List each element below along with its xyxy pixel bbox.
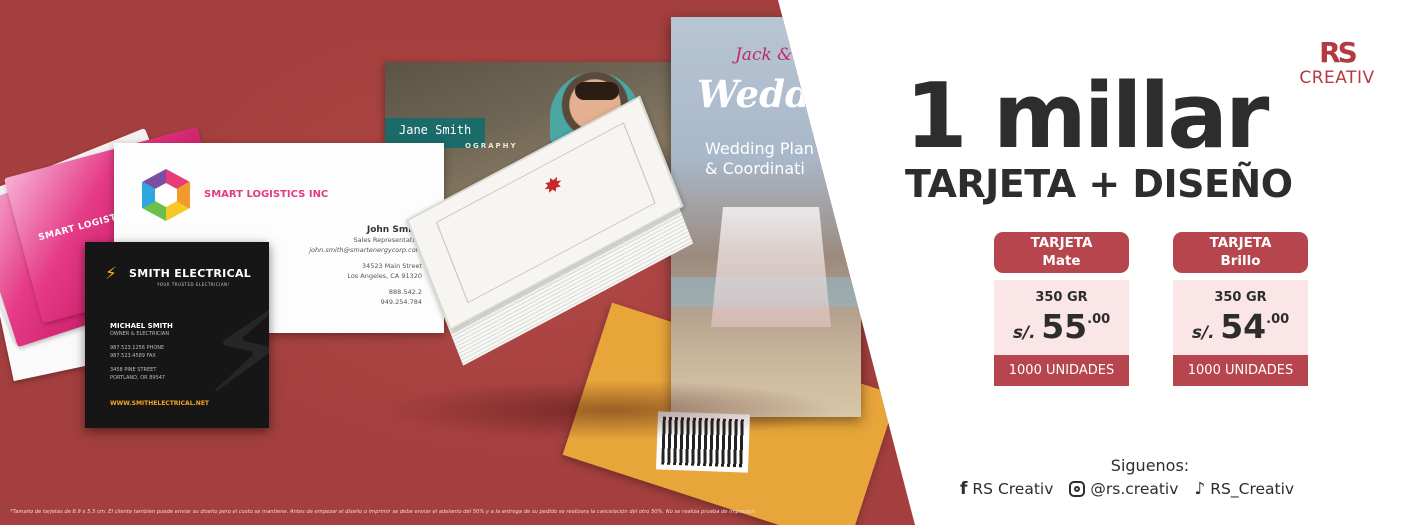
electric-role: OWNER & ELECTRICIAN bbox=[110, 331, 170, 337]
floor-shadow bbox=[380, 380, 840, 440]
product-card-mate: TARJETA Mate 350 GR s/. 55.00 1000 UNIDA… bbox=[994, 232, 1129, 386]
price-currency: s/. bbox=[1012, 323, 1036, 343]
electric-website: WWW.SMITHELECTRICAL.NET bbox=[110, 400, 210, 407]
paper-weight: 350 GR bbox=[1035, 290, 1088, 305]
units-label: 1000 UNIDADES bbox=[994, 355, 1129, 386]
wedding-title: Wedd bbox=[697, 72, 811, 116]
electric-address-2: PORTLAND, OR 89547 bbox=[110, 375, 166, 381]
facebook-link[interactable]: f RS Creativ bbox=[960, 479, 1053, 499]
disclaimer-text: *Tamaño de tarjetas de 8.9 x 5.5 cm. El … bbox=[10, 509, 757, 515]
electric-address-1: 3458 PINE STREET bbox=[110, 367, 157, 373]
headline-main: 1 millar bbox=[905, 64, 1269, 169]
electric-title: SMITH ELECTRICAL bbox=[129, 267, 252, 280]
lightning-watermark-icon: ⚡ bbox=[205, 282, 269, 421]
product-title-line1: TARJETA bbox=[1030, 235, 1093, 251]
price: s/. 54.00 bbox=[1173, 307, 1308, 346]
product-title-line1: TARJETA bbox=[1209, 235, 1272, 251]
product-card-brillo: TARJETA Brillo 350 GR s/. 54.00 1000 UNI… bbox=[1173, 232, 1308, 386]
brand-name: CREATIV bbox=[1299, 68, 1375, 88]
hexagon-logo-icon bbox=[142, 169, 190, 221]
smart-company-name: SMART LOGISTICS INC bbox=[204, 189, 329, 200]
wedding-line-2: & Coordinati bbox=[705, 159, 805, 178]
instagram-link[interactable]: @rs.creativ bbox=[1069, 480, 1178, 498]
tiktok-handle: RS_Creativ bbox=[1210, 480, 1295, 498]
electric-tagline: YOUR TRUSTED ELECTRICIAN! bbox=[157, 282, 230, 287]
smith-electrical-card: ⚡ ⚡ SMITH ELECTRICAL YOUR TRUSTED ELECTR… bbox=[85, 242, 269, 428]
goggles-image bbox=[575, 82, 619, 100]
electric-contact-block: MICHAEL SMITH OWNER & ELECTRICIAN 987.52… bbox=[110, 322, 173, 382]
follow-label: Siguenos: bbox=[1110, 456, 1190, 475]
price-box: 350 GR s/. 54.00 bbox=[1173, 280, 1308, 355]
paper-weight: 350 GR bbox=[1214, 290, 1267, 305]
electric-phone: 987.523.1256 PHONE bbox=[110, 345, 165, 351]
photography-card-name: Jane Smith bbox=[399, 123, 472, 137]
price-box: 350 GR s/. 55.00 bbox=[994, 280, 1129, 355]
brand-logo: RS CREATIV bbox=[1292, 36, 1382, 89]
social-row: f RS Creativ @rs.creativ ♪ RS_Creativ bbox=[960, 479, 1380, 499]
wedding-tent-image bbox=[711, 207, 831, 327]
instagram-handle: @rs.creativ bbox=[1090, 480, 1179, 498]
product-title-pill: TARJETA Mate bbox=[994, 232, 1129, 273]
electric-name: MICHAEL SMITH bbox=[110, 322, 173, 330]
wedding-line-1: Wedding Plan bbox=[705, 139, 814, 158]
product-title-line2: Mate bbox=[1042, 253, 1081, 269]
social-links: Siguenos: f RS Creativ @rs.creativ ♪ RS_… bbox=[960, 456, 1380, 499]
lightning-icon: ⚡ bbox=[105, 264, 117, 284]
price-decimals: .00 bbox=[1266, 312, 1290, 327]
electric-fax: 987.523.4589 FAX bbox=[110, 353, 156, 359]
headline-sub: TARJETA + DISEÑO bbox=[905, 162, 1293, 206]
price: s/. 55.00 bbox=[994, 307, 1129, 346]
brand-mark: RS bbox=[1319, 36, 1358, 69]
tiktok-icon: ♪ bbox=[1194, 479, 1206, 499]
units-label: 1000 UNIDADES bbox=[1173, 355, 1308, 386]
product-title-line2: Brillo bbox=[1220, 253, 1261, 269]
wedding-planner-text: Wedding Plan & Coordinati bbox=[705, 139, 814, 179]
photography-card-subtitle: OGRAPHY bbox=[465, 142, 518, 150]
facebook-icon: f bbox=[960, 479, 968, 499]
price-decimals: .00 bbox=[1087, 312, 1111, 327]
product-title-pill: TARJETA Brillo bbox=[1173, 232, 1308, 273]
price-integer: 55 bbox=[1041, 307, 1088, 346]
facebook-handle: RS Creativ bbox=[972, 480, 1054, 498]
wedding-names: Jack & J bbox=[735, 45, 805, 65]
tiktok-link[interactable]: ♪ RS_Creativ bbox=[1194, 479, 1294, 499]
price-currency: s/. bbox=[1191, 323, 1215, 343]
price-integer: 54 bbox=[1220, 307, 1267, 346]
promo-banner: SMART LOGISTICS Jane Smith OGRAPHY SMART… bbox=[0, 0, 1418, 525]
instagram-icon bbox=[1069, 481, 1086, 497]
